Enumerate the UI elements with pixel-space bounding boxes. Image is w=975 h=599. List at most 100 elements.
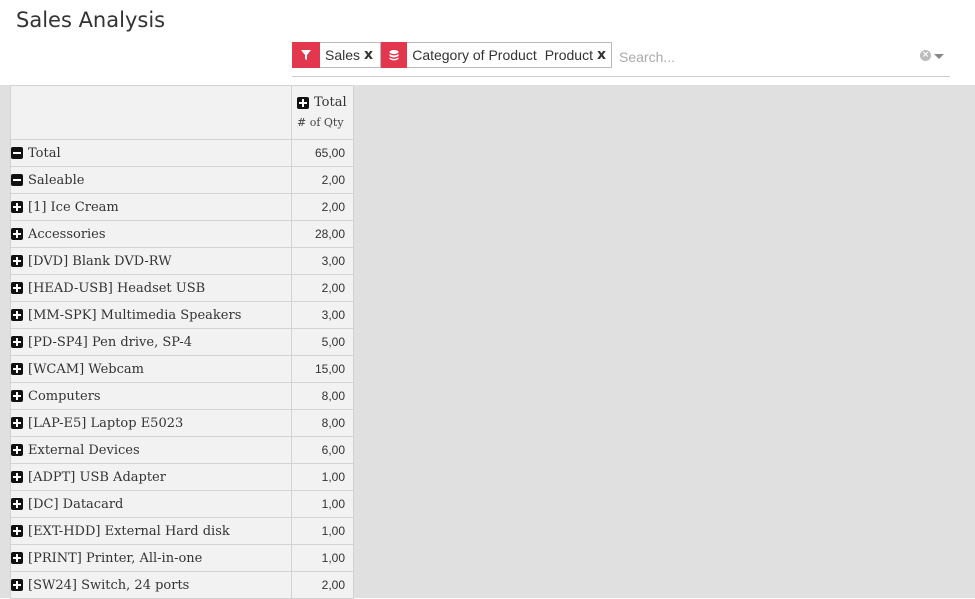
cell-value[interactable]: 15,00 [291, 355, 354, 383]
expand-icon[interactable] [11, 255, 23, 267]
filter-facet[interactable]: Sales x [292, 41, 381, 68]
row-header-label: [PD-SP4] Pen drive, SP-4 [28, 334, 192, 350]
remove-facet-button[interactable]: x [597, 47, 611, 63]
pivot-row: Saleable 2,00 [10, 166, 354, 194]
row-header[interactable]: Saleable [10, 166, 292, 194]
group-by-icon [381, 41, 408, 68]
expand-icon[interactable] [11, 336, 23, 348]
cell-value[interactable]: 8,00 [291, 382, 354, 410]
row-header[interactable]: [DVD] Blank DVD-RW [10, 247, 292, 275]
pivot-row: External Devices 6,00 [10, 436, 354, 464]
pivot-row: Total 65,00 [10, 139, 354, 167]
expand-icon[interactable] [11, 525, 23, 537]
pivot-row: [DVD] Blank DVD-RW 3,00 [10, 247, 354, 275]
expand-icon[interactable] [11, 498, 23, 510]
facet-values: Sales [320, 47, 364, 63]
pivot-body: Total 65,00 Saleable 2,00 [1] Ice Cream 2,00 A… [10, 139, 354, 599]
row-header-label: [LAP-E5] Laptop E5023 [28, 415, 184, 431]
filter-icon [292, 41, 320, 68]
row-header[interactable]: [EXT-HDD] External Hard disk [10, 517, 292, 545]
expand-icon[interactable] [11, 282, 23, 294]
pivot-row: [WCAM] Webcam 15,00 [10, 355, 354, 383]
facet-value: Category of Product [412, 47, 537, 63]
row-header-label: Saleable [28, 172, 85, 188]
row-header[interactable]: [WCAM] Webcam [10, 355, 292, 383]
pivot-col-header[interactable]: Total # of Qty [291, 85, 354, 140]
row-header[interactable]: [DC] Datacard [10, 490, 292, 518]
cell-value[interactable]: 2,00 [291, 193, 354, 221]
cell-value[interactable]: 2,00 [291, 571, 354, 599]
row-header-label: [WCAM] Webcam [28, 361, 144, 377]
pivot-view: Total # of Qty Total 65,00 Saleable 2,00 [1]… [0, 85, 975, 599]
measure-label[interactable]: # of Qty [297, 116, 353, 129]
expand-icon[interactable] [11, 363, 23, 375]
cell-value[interactable]: 1,00 [291, 490, 354, 518]
row-header[interactable]: [ADPT] USB Adapter [10, 463, 292, 491]
row-header-label: [DC] Datacard [28, 496, 124, 512]
cell-value[interactable]: 8,00 [291, 409, 354, 437]
pivot-row: [ADPT] USB Adapter 1,00 [10, 463, 354, 491]
expand-icon[interactable] [11, 201, 23, 213]
row-header-label: [SW24] Switch, 24 ports [28, 577, 190, 593]
expand-icon[interactable] [11, 309, 23, 321]
row-header-label: [ADPT] USB Adapter [28, 469, 166, 485]
pivot-row: [EXT-HDD] External Hard disk 1,00 [10, 517, 354, 545]
cell-value[interactable]: 28,00 [291, 220, 354, 248]
expand-icon[interactable] [11, 417, 23, 429]
page-title: Sales Analysis [16, 8, 166, 32]
expand-icon[interactable] [11, 552, 23, 564]
pivot-corner [10, 85, 292, 140]
cell-value[interactable]: 65,00 [291, 139, 354, 167]
facet-values: Category of Product Product [407, 47, 597, 63]
clear-search-icon[interactable]: × [920, 50, 931, 61]
expand-icon[interactable] [11, 390, 23, 402]
collapse-icon[interactable] [11, 174, 23, 186]
cell-value[interactable]: 1,00 [291, 463, 354, 491]
cell-value[interactable]: 5,00 [291, 328, 354, 356]
row-header[interactable]: [1] Ice Cream [10, 193, 292, 221]
pivot-row: [LAP-E5] Laptop E5023 8,00 [10, 409, 354, 437]
expand-icon[interactable] [11, 471, 23, 483]
row-header[interactable]: Computers [10, 382, 292, 410]
expand-icon[interactable] [11, 579, 23, 591]
cell-value[interactable]: 1,00 [291, 544, 354, 572]
groupby-facet[interactable]: Category of Product Product x [381, 41, 612, 68]
row-header[interactable]: [LAP-E5] Laptop E5023 [10, 409, 292, 437]
facet-value: Sales [325, 47, 361, 63]
row-header-label: Total [28, 145, 61, 161]
pivot-row: [PD-SP4] Pen drive, SP-4 5,00 [10, 328, 354, 356]
collapse-icon[interactable] [11, 147, 23, 159]
remove-facet-button[interactable]: x [364, 47, 378, 63]
row-header-label: [PRINT] Printer, All-in-one [28, 550, 203, 566]
row-header[interactable]: [PD-SP4] Pen drive, SP-4 [10, 328, 292, 356]
pivot-row: [HEAD-USB] Headset USB 2,00 [10, 274, 354, 302]
row-header[interactable]: [HEAD-USB] Headset USB [10, 274, 292, 302]
expand-icon[interactable] [297, 96, 309, 109]
row-header[interactable]: [SW24] Switch, 24 ports [10, 571, 292, 599]
row-header-label: [MM-SPK] Multimedia Speakers [28, 307, 242, 323]
cell-value[interactable]: 6,00 [291, 436, 354, 464]
expand-icon[interactable] [11, 444, 23, 456]
row-header-label: Computers [28, 388, 101, 404]
search-input[interactable] [617, 45, 901, 69]
cell-value[interactable]: 1,00 [291, 517, 354, 545]
row-header[interactable]: Accessories [10, 220, 292, 248]
cell-value[interactable]: 2,00 [291, 274, 354, 302]
search-options-caret-icon[interactable] [934, 54, 944, 59]
pivot-row: Accessories 28,00 [10, 220, 354, 248]
cell-value[interactable]: 2,00 [291, 166, 354, 194]
pivot-table: Total # of Qty Total 65,00 Saleable 2,00 [1]… [10, 85, 354, 599]
pivot-row: [SW24] Switch, 24 ports 2,00 [10, 571, 354, 599]
row-header[interactable]: [MM-SPK] Multimedia Speakers [10, 301, 292, 329]
row-header[interactable]: [PRINT] Printer, All-in-one [10, 544, 292, 572]
row-header[interactable]: Total [10, 139, 292, 167]
pivot-row: [DC] Datacard 1,00 [10, 490, 354, 518]
row-header-label: [HEAD-USB] Headset USB [28, 280, 206, 296]
row-header-label: [1] Ice Cream [28, 199, 119, 215]
row-header[interactable]: External Devices [10, 436, 292, 464]
cell-value[interactable]: 3,00 [291, 247, 354, 275]
cell-value[interactable]: 3,00 [291, 301, 354, 329]
row-header-label: External Devices [28, 442, 140, 458]
expand-icon[interactable] [11, 228, 23, 240]
row-header-label: [DVD] Blank DVD-RW [28, 253, 172, 269]
